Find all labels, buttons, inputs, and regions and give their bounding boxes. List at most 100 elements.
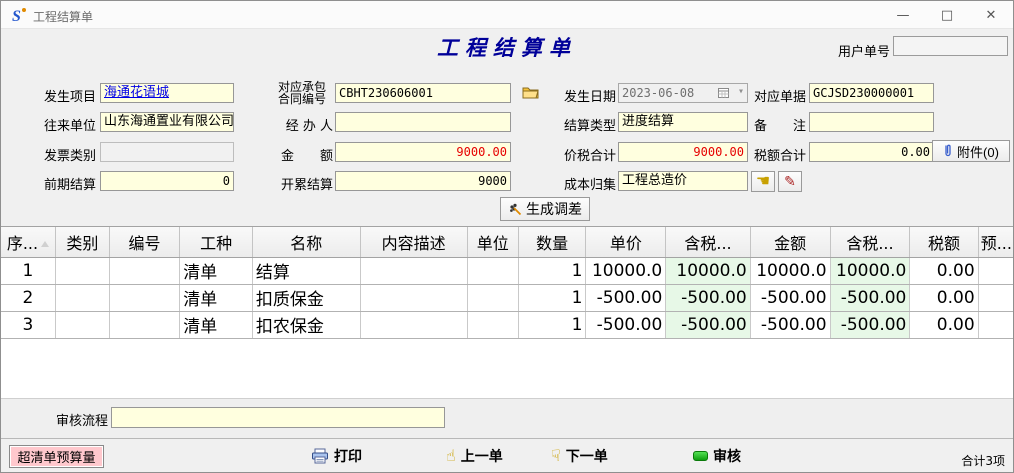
next-record-button[interactable]: ☟ 下一单 (551, 445, 608, 467)
handler-input[interactable] (335, 112, 511, 132)
previous-record-button[interactable]: ☝ 上一单 (446, 445, 503, 467)
table-cell[interactable] (360, 284, 467, 311)
column-header-1[interactable]: 类别 (55, 227, 109, 257)
folder-open-icon[interactable] (522, 85, 540, 100)
table-cell[interactable]: -500.00 (750, 284, 830, 311)
table-cell[interactable] (55, 284, 109, 311)
column-header-10[interactable]: 金额 (750, 227, 830, 257)
minimize-button[interactable]: — (881, 1, 925, 29)
table-cell[interactable]: 0.00 (910, 257, 978, 284)
remark-label: 备 注 (754, 115, 806, 134)
table-cell[interactable] (978, 311, 1014, 338)
table-cell[interactable]: 清单 (180, 311, 253, 338)
user-no-input[interactable] (893, 36, 1008, 56)
table-cell[interactable]: 1 (518, 257, 586, 284)
counterparty-input[interactable]: 山东海通置业有限公司 (100, 112, 234, 132)
table-cell[interactable]: 0.00 (910, 311, 978, 338)
table-cell[interactable] (55, 311, 109, 338)
maximize-button[interactable]: □ (925, 1, 969, 29)
table-cell[interactable]: -500.00 (586, 284, 666, 311)
hand-point-up-icon: ☝ (446, 448, 456, 464)
table-cell[interactable]: 10000.0 (666, 257, 750, 284)
print-button[interactable]: 打印 (311, 445, 362, 467)
accum-settlement-input[interactable]: 9000 (335, 171, 511, 191)
table-cell[interactable] (109, 257, 180, 284)
column-header-9[interactable]: 含税... (666, 227, 750, 257)
table-cell[interactable]: 扣质保金 (252, 284, 360, 311)
column-header-5[interactable]: 内容描述 (360, 227, 467, 257)
cost-collection-edit-button[interactable]: ✎ (778, 171, 802, 192)
table-cell[interactable]: 清单 (180, 257, 253, 284)
occur-date-picker[interactable]: 2023-06-08 ▾ (618, 83, 748, 103)
table-cell[interactable] (978, 257, 1014, 284)
table-cell[interactable]: -500.00 (830, 284, 910, 311)
settle-type-label: 结算类型 (564, 115, 614, 134)
table-cell[interactable]: 10000.0 (750, 257, 830, 284)
table-cell[interactable]: -500.00 (586, 311, 666, 338)
column-header-8[interactable]: 单价 (586, 227, 666, 257)
column-header-2[interactable]: 编号 (109, 227, 180, 257)
occur-date-value: 2023-06-08 (622, 86, 694, 100)
remark-input[interactable] (809, 112, 934, 132)
table-cell[interactable] (467, 311, 518, 338)
hand-point-left-icon: ☚ (756, 174, 770, 190)
table-cell[interactable]: 1 (518, 311, 586, 338)
invoice-type-input (100, 142, 234, 162)
table-cell[interactable]: 2 (1, 284, 55, 311)
table-cell[interactable]: -500.00 (666, 311, 750, 338)
date-dropdown-icon[interactable]: ▾ (738, 86, 744, 97)
table-cell[interactable] (55, 257, 109, 284)
tax-total-input[interactable]: 0.00 (809, 142, 934, 162)
settle-type-input[interactable]: 进度结算 (618, 112, 748, 132)
footer-bar: 超清单预算量 打印 ☝ 上一单 ☟ 下一单 审核 合计3项 (1, 438, 1014, 473)
paperclip-icon (943, 144, 953, 158)
attachment-button[interactable]: 附件(0) (932, 140, 1010, 162)
column-header-4[interactable]: 名称 (252, 227, 360, 257)
close-button[interactable]: ✕ (969, 1, 1013, 29)
table-cell[interactable]: 扣农保金 (252, 311, 360, 338)
tax-total-label: 税额合计 (754, 145, 806, 164)
table-cell[interactable] (360, 311, 467, 338)
audit-button[interactable]: 审核 (693, 445, 741, 467)
amount-input[interactable]: 9000.00 (335, 142, 511, 162)
table-row: 3清单扣农保金1-500.00-500.00-500.00-500.000.00 (1, 311, 1014, 338)
cost-collection-input[interactable]: 工程总造价 (618, 171, 748, 191)
prev-settlement-input[interactable]: 0 (100, 171, 234, 191)
price-tax-total-input[interactable]: 9000.00 (618, 142, 748, 162)
ref-doc-input[interactable]: GCJSD230000001 (809, 83, 934, 103)
tool-icon (508, 202, 522, 216)
column-header-3[interactable]: 工种 (180, 227, 253, 257)
table-cell[interactable]: -500.00 (750, 311, 830, 338)
table-cell[interactable]: 10000.0 (830, 257, 910, 284)
table-cell[interactable] (467, 284, 518, 311)
project-input[interactable]: 海通花语城 (100, 83, 234, 103)
table-cell[interactable] (978, 284, 1014, 311)
table-cell[interactable] (360, 257, 467, 284)
column-header-11[interactable]: 含税... (830, 227, 910, 257)
table-cell[interactable] (109, 311, 180, 338)
cost-collection-picker-button[interactable]: ☚ (751, 171, 775, 192)
table-cell[interactable]: 0.00 (910, 284, 978, 311)
review-flow-input[interactable] (111, 407, 445, 428)
column-header-13[interactable]: 预... (978, 227, 1014, 257)
table-cell[interactable]: 10000.0 (586, 257, 666, 284)
table-cell[interactable]: -500.00 (666, 284, 750, 311)
column-header-6[interactable]: 单位 (467, 227, 518, 257)
project-link[interactable]: 海通花语城 (104, 85, 169, 100)
table-cell[interactable] (467, 257, 518, 284)
table-cell[interactable]: 清单 (180, 284, 253, 311)
prev-settlement-label: 前期结算 (41, 174, 96, 193)
table-cell[interactable]: 3 (1, 311, 55, 338)
column-header-7[interactable]: 数量 (518, 227, 586, 257)
table-cell[interactable]: 1 (1, 257, 55, 284)
titlebar: S 工程结算单 — □ ✕ (1, 1, 1013, 29)
table-cell[interactable]: 1 (518, 284, 586, 311)
table-cell[interactable]: -500.00 (830, 311, 910, 338)
table-cell[interactable] (109, 284, 180, 311)
contract-input[interactable]: CBHT230606001 (335, 83, 511, 103)
over-budget-button[interactable]: 超清单预算量 (9, 445, 104, 468)
generate-adjust-button[interactable]: 生成调差 (500, 197, 590, 221)
column-header-12[interactable]: 税额 (910, 227, 978, 257)
table-cell[interactable]: 结算 (252, 257, 360, 284)
column-header-0[interactable]: 序... (1, 227, 55, 257)
